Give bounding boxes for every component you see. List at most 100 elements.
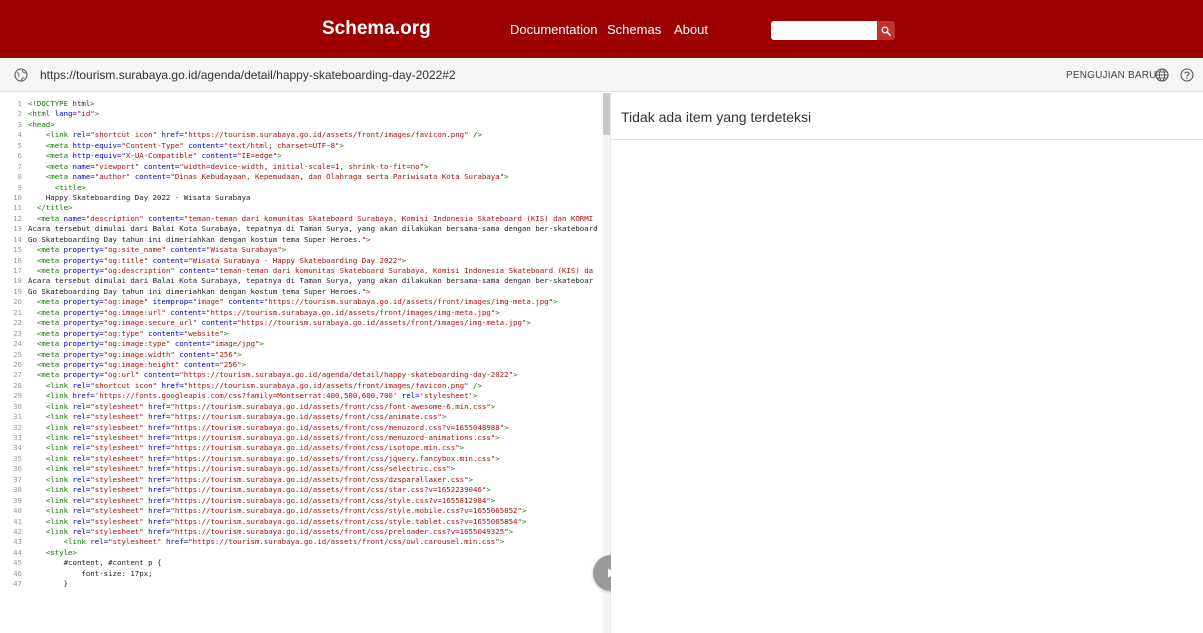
code-text: <title> <box>54 182 86 192</box>
code-text: <meta property="og:image:type" content="… <box>36 339 264 349</box>
brand-logo-link[interactable]: Schema.org <box>322 18 431 40</box>
code-text: } <box>28 579 69 589</box>
code-line: 44 <style> <box>0 548 603 558</box>
code-text: Acara tersebut dimulai dari Balai Kota S… <box>28 224 598 234</box>
line-number: 32 <box>13 422 22 432</box>
code-text: <meta name="viewport" content="width=dev… <box>45 161 429 171</box>
code-line: 26 <meta property="og:image:height" cont… <box>0 360 603 370</box>
code-line: 25 <meta property="og:image:width" conte… <box>0 350 603 360</box>
code-line: 14 Go Skateboarding Day tahun ini dimeria… <box>0 235 603 245</box>
code-line: 47 } <box>0 579 603 589</box>
code-line: 15 <meta property="og:site_name" content… <box>0 245 603 255</box>
search-button[interactable] <box>877 21 895 40</box>
line-number: 46 <box>13 568 22 578</box>
code-text: <link rel="stylesheet" href="https://tou… <box>45 474 473 484</box>
code-line: 9 <title> <box>0 183 603 193</box>
code-line: 42 <link rel="stylesheet" href="https://… <box>0 527 603 537</box>
code-line: 28 <link rel="shortcut icon" href="https… <box>0 381 603 391</box>
line-number: 22 <box>13 318 22 328</box>
line-number: 8 <box>17 172 22 182</box>
line-number: 39 <box>13 495 22 505</box>
code-line: 21 <meta property="og:image:url" content… <box>0 308 603 318</box>
code-line: 33 <link rel="stylesheet" href="https://… <box>0 433 603 443</box>
code-line: 20 <meta property="og:image" itemprop="i… <box>0 297 603 307</box>
code-line: 30 <link rel="stylesheet" href="https://… <box>0 402 603 412</box>
line-number: 28 <box>13 380 22 390</box>
code-line: 41 <link rel="stylesheet" href="https://… <box>0 517 603 527</box>
code-line: 35 <link rel="stylesheet" href="https://… <box>0 454 603 464</box>
code-text: <meta name="description" content="teman-… <box>36 213 594 223</box>
help-icon[interactable] <box>1180 68 1194 82</box>
code-editor[interactable]: 1 <!DOCTYPE html> 2 <html lang="id"> 3 <head>… <box>0 93 611 633</box>
code-text: <meta property="og:url" content="https:/… <box>36 370 518 380</box>
code-line: 19 Go Skateboarding Day tahun ini dimeria… <box>0 287 603 297</box>
code-text: <meta property="og:image:width" content=… <box>36 349 242 359</box>
code-line: 38 <link rel="stylesheet" href="https://… <box>0 485 603 495</box>
code-text: <link rel="shortcut icon" href="https://… <box>45 130 482 140</box>
nav-schemas[interactable]: Schemas <box>607 22 661 37</box>
code-line: 46 font-size: 17px; <box>0 569 603 579</box>
code-text: <link rel="stylesheet" href="https://tou… <box>45 516 527 526</box>
code-line: 6 <meta http-equiv="X-UA-Compatible" con… <box>0 151 603 161</box>
code-text: <head> <box>28 119 55 129</box>
search-input[interactable] <box>771 21 877 40</box>
line-number: 45 <box>13 558 22 568</box>
code-text: <link rel="stylesheet" href="https://tou… <box>45 433 500 442</box>
code-line: 1 <!DOCTYPE html> <box>0 99 603 109</box>
line-number: 44 <box>13 547 22 557</box>
line-number: 37 <box>13 474 22 484</box>
nav-documentation[interactable]: Documentation <box>510 22 597 37</box>
code-line: 4 <link rel="shortcut icon" href="https:… <box>0 130 603 140</box>
code-scrollbar-thumb[interactable] <box>603 93 610 135</box>
code-lines: 1 <!DOCTYPE html> 2 <html lang="id"> 3 <head>… <box>0 99 603 590</box>
code-line: 22 <meta property="og:image:secure_url" … <box>0 318 603 328</box>
code-line: 13 Acara tersebut dimulai dari Balai Kota… <box>0 224 603 234</box>
code-line: 2 <html lang="id"> <box>0 109 603 119</box>
line-number: 38 <box>13 485 22 495</box>
code-line: 10 Happy Skateboarding Day 2022 - Wisata… <box>0 193 603 203</box>
line-number: 42 <box>13 526 22 536</box>
tested-url: https://tourism.surabaya.go.id/agenda/de… <box>40 68 456 82</box>
language-icon[interactable] <box>1155 68 1169 82</box>
code-line: 32 <link rel="stylesheet" href="https://… <box>0 423 603 433</box>
code-text: Happy Skateboarding Day 2022 - Wisata Su… <box>28 192 251 202</box>
line-number: 7 <box>17 161 22 171</box>
code-line: 18 Acara tersebut dimulai dari Balai Kota… <box>0 276 603 286</box>
code-text: <link rel="stylesheet" href="https://tou… <box>45 453 500 463</box>
new-test-button[interactable]: PENGUJIAN BARU <box>1066 70 1157 81</box>
code-text: <style> <box>45 547 77 557</box>
code-line: 11 </title> <box>0 203 603 213</box>
line-number: 19 <box>13 286 22 296</box>
code-text: <link rel="stylesheet" href="https://tou… <box>45 412 447 422</box>
code-text: <meta property="og:type" content="websit… <box>36 328 229 338</box>
code-text: <meta property="og:image" itemprop="imag… <box>36 297 558 307</box>
line-number: 11 <box>13 203 22 213</box>
code-text: Go Skateboarding Day tahun ini dimeriahk… <box>28 286 371 296</box>
line-number: 43 <box>13 537 22 547</box>
code-text: <meta property="og:description" content=… <box>36 266 594 275</box>
nav-about[interactable]: About <box>674 22 708 37</box>
code-text: <link rel="stylesheet" href="https://tou… <box>45 464 456 474</box>
line-number: 1 <box>17 99 22 108</box>
line-number: 33 <box>13 433 22 442</box>
url-bar: https://tourism.surabaya.go.id/agenda/de… <box>0 58 1203 92</box>
code-line: 27 <meta property="og:url" content="http… <box>0 370 603 380</box>
code-text: Acara tersebut dimulai dari Balai Kota S… <box>28 276 594 286</box>
code-text: <link rel="stylesheet" href="https://tou… <box>45 485 491 495</box>
line-number: 27 <box>13 370 22 380</box>
code-line: 34 <link rel="stylesheet" href="https://… <box>0 443 603 453</box>
code-line: 37 <link rel="stylesheet" href="https://… <box>0 475 603 485</box>
code-text: <meta property="og:site_name" content="W… <box>36 245 287 255</box>
code-text: <link rel="stylesheet" href="https://tou… <box>45 401 496 411</box>
code-text: <meta property="og:image:url" content="h… <box>36 307 500 317</box>
code-text: <meta http-equiv="Content-Type" content=… <box>45 140 344 150</box>
code-line: 40 <link rel="stylesheet" href="https://… <box>0 506 603 516</box>
line-number: 26 <box>13 359 22 369</box>
line-number: 10 <box>13 192 22 202</box>
code-line: 43 <link rel="stylesheet" href="https://… <box>0 537 603 547</box>
top-navigation-bar: Schema.org Documentation Schemas About <box>0 0 1203 58</box>
line-number: 25 <box>13 349 22 359</box>
line-number: 40 <box>13 506 22 516</box>
code-scrollbar-track[interactable] <box>603 93 610 633</box>
code-text: <meta property="og:title" content="Wisat… <box>36 255 407 265</box>
